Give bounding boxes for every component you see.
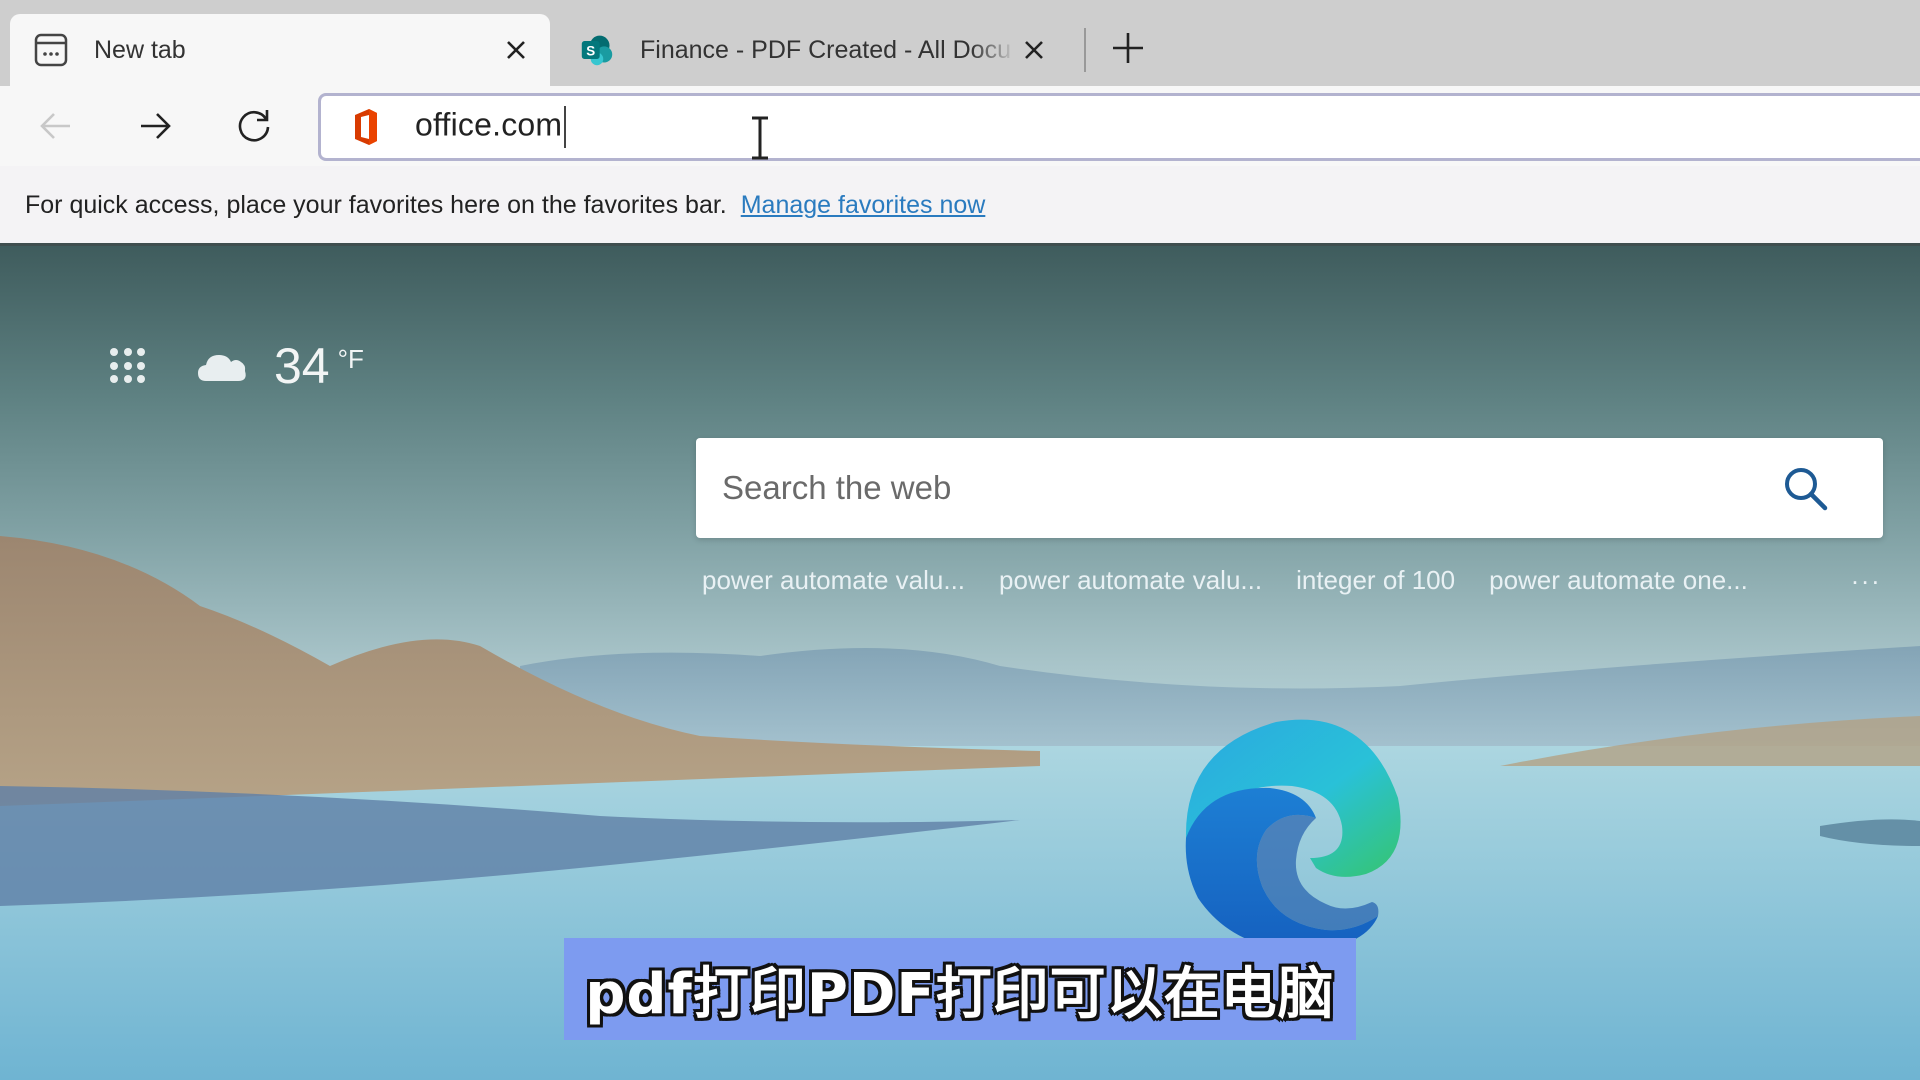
subtitle-text: pdf打印PDF打印可以在电脑 xyxy=(585,961,1335,1027)
office-icon xyxy=(355,109,377,145)
svg-text:S: S xyxy=(586,43,595,58)
address-input[interactable]: office.com xyxy=(415,106,567,148)
forward-arrow-icon xyxy=(141,113,171,139)
web-search-box xyxy=(696,438,1883,538)
app-launcher-grid-icon[interactable] xyxy=(108,346,148,386)
tab-strip: New tab S Finance - PDF Created - All Do… xyxy=(0,0,1920,86)
weather-widget[interactable]: 34 °F xyxy=(196,338,364,394)
suggestion-item[interactable]: power automate valu... xyxy=(999,565,1262,596)
plus-icon xyxy=(1113,33,1143,63)
temperature: 34 xyxy=(274,338,330,394)
new-tab-page-icon xyxy=(34,33,68,67)
search-suggestions: power automate valu... power automate va… xyxy=(702,560,1882,600)
back-arrow-icon xyxy=(40,113,70,139)
manage-favorites-link[interactable]: Manage favorites now xyxy=(741,191,986,220)
refresh-button[interactable] xyxy=(230,102,278,150)
text-cursor-icon xyxy=(752,116,768,160)
address-bar[interactable]: office.com xyxy=(318,93,1920,161)
back-button[interactable] xyxy=(32,102,80,150)
refresh-icon xyxy=(238,110,270,142)
tab-title: New tab xyxy=(94,35,186,64)
tab-new-tab[interactable]: New tab xyxy=(10,14,550,86)
close-tab-icon[interactable] xyxy=(498,32,534,68)
text-caret xyxy=(564,106,567,148)
tab-title: Finance - PDF Created - All Docu xyxy=(640,35,1011,64)
cloud-icon xyxy=(198,355,246,381)
close-tab-icon[interactable] xyxy=(1016,32,1052,68)
favorites-bar: For quick access, place your favorites h… xyxy=(0,166,1920,244)
new-tab-page: 34 °F power automate valu... power autom… xyxy=(0,246,1920,1080)
search-input[interactable] xyxy=(722,469,1722,507)
favorites-message: For quick access, place your favorites h… xyxy=(25,190,727,219)
suggestion-item[interactable]: power automate valu... xyxy=(702,565,965,596)
suggestion-item[interactable]: power automate one... xyxy=(1489,565,1748,596)
more-suggestions-button[interactable]: ... xyxy=(1851,560,1882,591)
microsoft-edge-logo xyxy=(1185,719,1401,951)
sharepoint-icon: S xyxy=(580,33,614,67)
suggestion-item[interactable]: integer of 100 xyxy=(1296,565,1455,596)
forward-button[interactable] xyxy=(131,102,179,150)
tab-finance-pdf-created[interactable]: S Finance - PDF Created - All Docu xyxy=(556,14,1068,86)
toolbar: office.com xyxy=(0,86,1920,166)
temperature-unit: °F xyxy=(337,344,364,374)
search-icon[interactable] xyxy=(1781,464,1831,514)
tab-separator xyxy=(1084,28,1086,72)
new-tab-button[interactable] xyxy=(1104,24,1152,72)
address-value: office.com xyxy=(415,106,563,143)
video-subtitle-caption: pdf打印PDF打印可以在电脑 xyxy=(564,938,1356,1040)
